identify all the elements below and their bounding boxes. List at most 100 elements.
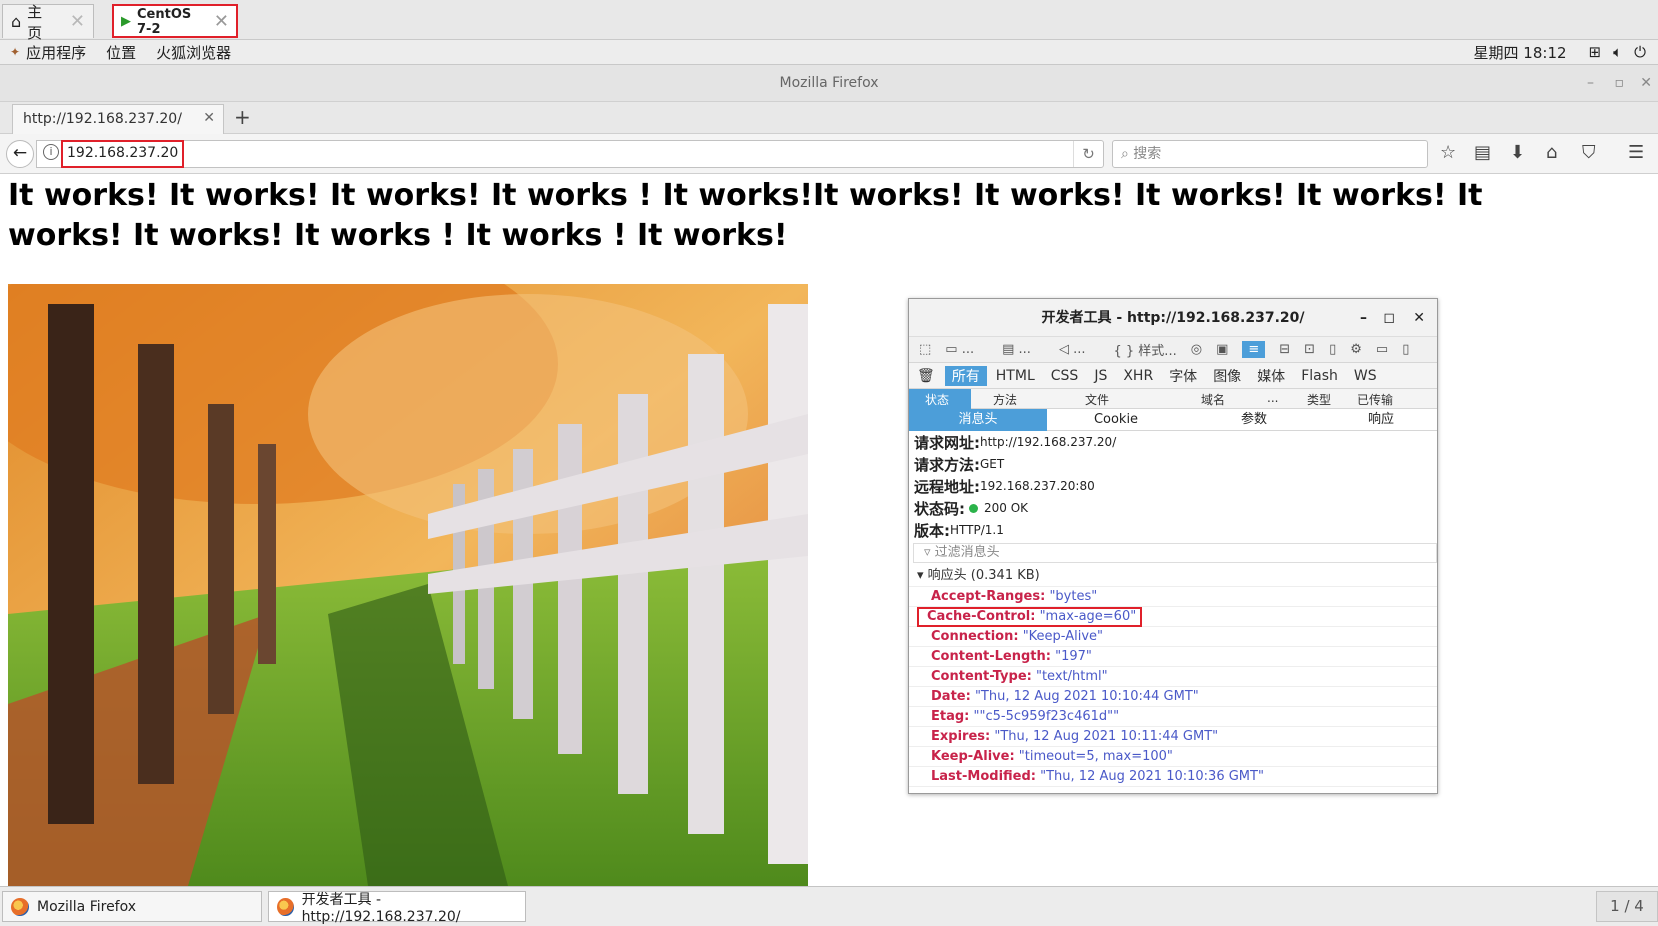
summary-label: 版本: bbox=[914, 521, 950, 540]
response-headers-section[interactable]: ▾ 响应头 (0.341 KB) bbox=[909, 565, 1437, 587]
vm-tab-strip: ⌂ 主页 ✕ ▶ CentOS 7-2 ✕ bbox=[0, 0, 1658, 42]
filter-all[interactable]: 所有 bbox=[944, 365, 987, 386]
tab-params[interactable]: 参数 bbox=[1185, 409, 1323, 431]
col-file[interactable]: 文件 bbox=[1085, 391, 1109, 408]
col-cause[interactable]: ... bbox=[1267, 391, 1278, 405]
clock[interactable]: 星期四 18:12 bbox=[1474, 42, 1567, 63]
photo-image bbox=[8, 284, 808, 886]
filter-xhr[interactable]: XHR bbox=[1116, 368, 1160, 384]
close-icon[interactable]: ✕ bbox=[1413, 299, 1425, 337]
header-value: "bytes" bbox=[1049, 589, 1098, 604]
col-method[interactable]: 方法 bbox=[993, 391, 1017, 408]
browser-tab[interactable]: http://192.168.237.20/ ✕ bbox=[12, 104, 224, 135]
menu-firefox[interactable]: 火狐浏览器 bbox=[146, 42, 241, 63]
tool-console[interactable]: ▤ ... bbox=[1002, 342, 1045, 357]
header-row[interactable]: Accept-Ranges: "bytes" bbox=[909, 587, 1437, 607]
memory-icon[interactable]: ▣ bbox=[1216, 342, 1228, 357]
header-row[interactable]: Keep-Alive: "timeout=5, max=100" bbox=[909, 747, 1437, 767]
header-name: Cache-Control: bbox=[927, 609, 1036, 624]
header-value: "text/html" bbox=[1035, 669, 1108, 684]
home-icon[interactable]: ⌂ bbox=[1546, 142, 1557, 163]
gnome-top-bar: ✦ 应用程序 位置 火狐浏览器 星期四 18:12 ⊞ 🔈︎ ⏻ bbox=[0, 40, 1658, 64]
col-transferred[interactable]: 已传输 bbox=[1357, 391, 1393, 408]
vm-tab-centos[interactable]: ▶ CentOS 7-2 ✕ bbox=[112, 4, 238, 38]
header-row[interactable]: Cache-Control: "max-age=60" bbox=[909, 607, 1437, 627]
filter-fonts[interactable]: 字体 bbox=[1162, 366, 1204, 386]
taskbar-label: 开发者工具 - http://192.168.237.20/ bbox=[301, 891, 461, 925]
power-icon[interactable]: ⏻ bbox=[1634, 43, 1646, 61]
filter-css[interactable]: CSS bbox=[1044, 368, 1086, 384]
col-status[interactable]: 状态 bbox=[909, 389, 971, 409]
header-value: "timeout=5, max=100" bbox=[1018, 749, 1173, 764]
workspace-pager[interactable]: 1 / 4 bbox=[1596, 891, 1658, 922]
dock-side-icon[interactable]: ▯ bbox=[1402, 342, 1409, 357]
header-value: "197" bbox=[1055, 649, 1092, 664]
url-bar[interactable]: i 192.168.237.20 ↻ bbox=[36, 140, 1104, 168]
dock-bottom-icon[interactable]: ▭ bbox=[1376, 342, 1388, 357]
header-row[interactable]: Content-Length: "197" bbox=[909, 647, 1437, 667]
close-icon[interactable]: ✕ bbox=[1640, 65, 1652, 101]
layout-icon[interactable]: ⊟ bbox=[1279, 342, 1290, 357]
search-input[interactable]: ⌕ 搜索 bbox=[1112, 140, 1428, 168]
url-text[interactable]: 192.168.237.20 bbox=[61, 140, 185, 168]
header-row[interactable]: Date: "Thu, 12 Aug 2021 10:10:44 GMT" bbox=[909, 687, 1437, 707]
tab-headers[interactable]: 消息头 bbox=[909, 409, 1047, 431]
scratchpad-icon[interactable]: ⊡ bbox=[1304, 342, 1315, 357]
header-value: "max-age=60" bbox=[1039, 609, 1137, 624]
header-row[interactable]: Expires: "Thu, 12 Aug 2021 10:11:44 GMT" bbox=[909, 727, 1437, 747]
performance-icon[interactable]: ◎ bbox=[1191, 342, 1202, 357]
pocket-icon[interactable]: ⛉ bbox=[1582, 142, 1596, 163]
network-tool-icon[interactable]: ≡ bbox=[1242, 341, 1266, 358]
responsive-icon[interactable]: ▯ bbox=[1329, 342, 1336, 357]
vm-tab-home[interactable]: ⌂ 主页 ✕ bbox=[2, 3, 94, 42]
header-row[interactable]: Last-Modified: "Thu, 12 Aug 2021 10:10:3… bbox=[909, 767, 1437, 787]
header-row[interactable]: Content-Type: "text/html" bbox=[909, 667, 1437, 687]
filter-html[interactable]: HTML bbox=[989, 368, 1042, 384]
bookmark-star-icon[interactable]: ☆ bbox=[1440, 142, 1456, 163]
filter-js[interactable]: JS bbox=[1087, 368, 1114, 384]
network-icon[interactable]: ⊞ bbox=[1589, 43, 1602, 61]
tool-debugger[interactable]: ◁ ... bbox=[1059, 342, 1100, 357]
taskbar-item-firefox[interactable]: Mozilla Firefox bbox=[2, 891, 262, 922]
summary-label: 请求网址: bbox=[914, 433, 980, 452]
filter-flash[interactable]: Flash bbox=[1294, 368, 1345, 384]
menu-icon[interactable]: ☰ bbox=[1628, 142, 1644, 163]
info-icon[interactable]: i bbox=[43, 144, 59, 160]
menu-applications[interactable]: ✦ 应用程序 bbox=[0, 42, 96, 63]
minimize-icon[interactable]: – bbox=[1587, 65, 1594, 101]
menu-places[interactable]: 位置 bbox=[96, 42, 146, 63]
close-icon[interactable]: ✕ bbox=[70, 11, 85, 32]
tab-response[interactable]: 响应 bbox=[1323, 409, 1437, 431]
reload-icon[interactable]: ↻ bbox=[1073, 141, 1103, 167]
maximize-icon[interactable]: ▫ bbox=[1615, 65, 1625, 101]
trash-icon[interactable]: 🗑︎ bbox=[917, 368, 935, 384]
inspect-icon[interactable]: ⬚ bbox=[919, 342, 931, 357]
library-icon[interactable]: ▤ bbox=[1474, 142, 1491, 163]
taskbar-item-devtools[interactable]: 开发者工具 - http://192.168.237.20/ bbox=[268, 891, 526, 925]
volume-icon[interactable]: 🔈︎ bbox=[1613, 43, 1622, 61]
filter-images[interactable]: 图像 bbox=[1206, 366, 1248, 386]
minimize-icon[interactable]: – bbox=[1360, 299, 1367, 337]
tool-inspector[interactable]: ▭ ... bbox=[945, 342, 988, 357]
close-tab-icon[interactable]: ✕ bbox=[203, 110, 215, 126]
download-icon[interactable]: ⬇ bbox=[1510, 142, 1525, 163]
header-row[interactable]: Etag: ""c5-5c959f23c461d"" bbox=[909, 707, 1437, 727]
header-name: Content-Length: bbox=[931, 649, 1051, 664]
maximize-icon[interactable]: ◻ bbox=[1383, 299, 1395, 337]
tool-label: ... bbox=[1073, 342, 1086, 357]
back-button[interactable]: ← bbox=[6, 140, 34, 168]
taskbar-label: Mozilla Firefox bbox=[37, 898, 137, 915]
settings-icon[interactable]: ⚙ bbox=[1350, 342, 1362, 357]
header-name: Date: bbox=[931, 689, 971, 704]
tool-style-editor[interactable]: { } 样式... bbox=[1114, 340, 1177, 359]
col-domain[interactable]: 域名 bbox=[1201, 391, 1225, 408]
header-row[interactable]: Connection: "Keep-Alive" bbox=[909, 627, 1437, 647]
col-type[interactable]: 类型 bbox=[1307, 391, 1331, 408]
close-icon[interactable]: ✕ bbox=[214, 11, 229, 32]
filter-media[interactable]: 媒体 bbox=[1250, 366, 1292, 386]
tab-cookies[interactable]: Cookie bbox=[1047, 409, 1185, 431]
filter-ws[interactable]: WS bbox=[1347, 368, 1384, 384]
filter-headers-input[interactable]: ▿ 过滤消息头 bbox=[913, 543, 1437, 563]
new-tab-icon[interactable]: + bbox=[234, 105, 251, 129]
search-placeholder: 搜索 bbox=[1133, 146, 1162, 162]
